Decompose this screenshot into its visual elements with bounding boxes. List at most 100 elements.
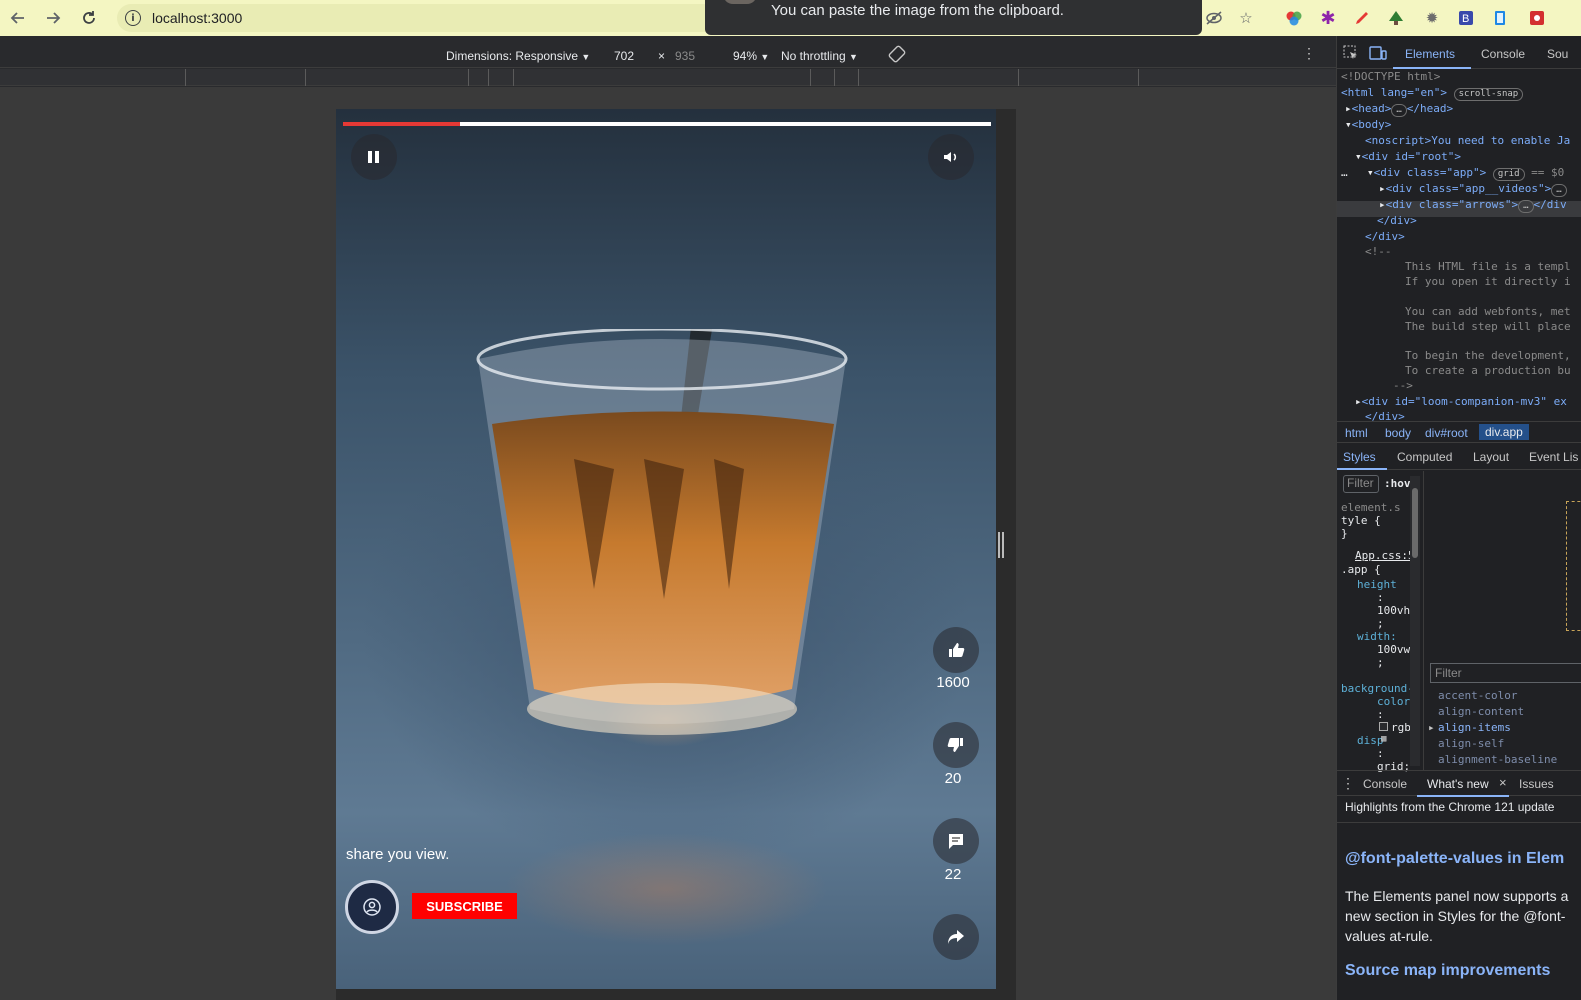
height-input[interactable]: 935 <box>675 49 695 63</box>
device-toggle-icon[interactable] <box>1369 45 1387 64</box>
back-icon[interactable] <box>6 6 30 30</box>
styles-scrollbar[interactable] <box>1410 476 1420 766</box>
css-value-height[interactable]: 100vh <box>1377 604 1410 617</box>
ellipsis-badge[interactable]: … <box>1391 104 1407 117</box>
css-property-background[interactable]: background- <box>1341 682 1414 695</box>
grid-badge[interactable]: grid <box>1492 168 1525 181</box>
css-selector: .app { <box>1341 563 1381 576</box>
drawer-menu-icon[interactable]: ⋮ <box>1341 775 1355 792</box>
zoom-dropdown[interactable]: 94% ▼ <box>733 49 769 63</box>
scroll-snap-badge[interactable]: scroll-snap <box>1453 88 1524 101</box>
comment-button[interactable] <box>933 818 979 864</box>
styles-filter-input[interactable]: Filter <box>1343 475 1379 493</box>
rotate-icon[interactable] <box>888 45 906 66</box>
dom-app-videos[interactable]: <div class="app__videos"> <box>1386 182 1552 195</box>
computed-property[interactable]: alignment-baseline <box>1438 753 1557 766</box>
tab-event-listeners[interactable]: Event Lis <box>1529 450 1578 464</box>
ellipsis-badge[interactable]: … <box>1551 184 1567 197</box>
dislike-button[interactable] <box>933 722 979 768</box>
drawer-tab-issues[interactable]: Issues <box>1519 777 1554 791</box>
document-extension-icon[interactable] <box>1490 8 1510 28</box>
tab-console[interactable]: Console <box>1481 47 1525 61</box>
css-property-height[interactable]: height <box>1357 578 1397 591</box>
pause-button[interactable] <box>351 134 397 180</box>
whats-new-heading-link[interactable]: Source map improvements <box>1345 962 1550 980</box>
b-extension-icon[interactable]: B <box>1456 8 1476 28</box>
bookmark-star-icon[interactable]: ☆ <box>1236 8 1256 28</box>
tab-styles[interactable]: Styles <box>1343 450 1376 464</box>
devtools-panel: Elements Console Sou <!DOCTYPE html> <ht… <box>1336 36 1581 1000</box>
dom-loom[interactable]: <div id="loom-companion-mv3" ex <box>1362 395 1567 408</box>
dom-comment-line: If you open it directly i <box>1405 275 1571 288</box>
dom-root[interactable]: <div id="root"> <box>1362 150 1461 163</box>
drawer-tab-whats-new[interactable]: What's new <box>1427 777 1489 791</box>
progress-fill <box>343 122 460 126</box>
expand-triangle-icon[interactable]: ▸ <box>1379 198 1386 211</box>
video-progress-bar[interactable] <box>343 122 991 126</box>
bug-extension-icon[interactable]: ✹ <box>1422 8 1442 28</box>
computed-property[interactable]: align-content <box>1438 705 1524 718</box>
close-icon[interactable]: × <box>1499 775 1507 790</box>
css-source-link[interactable]: App.css:5 <box>1355 549 1415 562</box>
tree-extension-icon[interactable] <box>1386 8 1406 28</box>
scrollbar-thumb[interactable] <box>1412 488 1418 558</box>
volume-button[interactable] <box>928 134 974 180</box>
css-value-width[interactable]: 100vw <box>1377 643 1410 656</box>
grid-editor-icon[interactable]: ▦ <box>1381 734 1386 744</box>
breadcrumb-html[interactable]: html <box>1345 426 1368 440</box>
computed-property[interactable]: accent-color <box>1438 689 1517 702</box>
collapse-triangle-icon[interactable]: ▾ <box>1345 118 1352 131</box>
row-menu-icon[interactable]: … <box>1341 166 1348 179</box>
tab-elements[interactable]: Elements <box>1405 47 1455 61</box>
tab-layout[interactable]: Layout <box>1473 450 1509 464</box>
dimensions-dropdown[interactable]: Dimensions: Responsive ▼ <box>446 49 590 63</box>
dom-head[interactable]: <head> <box>1352 102 1392 115</box>
expand-triangle-icon[interactable]: ▸ <box>1355 395 1362 408</box>
puzzle-extension-icon[interactable] <box>1527 8 1547 28</box>
site-info-icon[interactable]: i <box>125 10 141 26</box>
whats-new-heading-link[interactable]: @font-palette-values in Elem <box>1345 850 1564 868</box>
collapse-triangle-icon[interactable]: ▾ <box>1367 166 1374 179</box>
dom-app[interactable]: <div class="app"> <box>1374 166 1487 179</box>
tab-computed[interactable]: Computed <box>1397 450 1452 464</box>
more-options-icon[interactable]: ⋮ <box>1302 45 1316 62</box>
pen-extension-icon[interactable] <box>1352 8 1372 28</box>
reload-icon[interactable] <box>77 6 101 30</box>
dom-noscript[interactable]: <noscript>You need to enable Ja <box>1365 134 1570 147</box>
hover-state-toggle[interactable]: :hov <box>1384 477 1411 490</box>
breadcrumb-root[interactable]: div#root <box>1425 426 1468 440</box>
subscribe-button[interactable]: SUBSCRIBE <box>412 893 517 919</box>
channel-avatar[interactable] <box>345 880 399 934</box>
expand-triangle-icon[interactable]: ▸ <box>1379 182 1386 195</box>
computed-property[interactable]: ▸ align-items <box>1428 721 1511 734</box>
dom-html[interactable]: <html lang="en"> <box>1341 86 1447 99</box>
color-swatch[interactable] <box>1379 722 1388 731</box>
eye-off-icon[interactable] <box>1204 8 1224 28</box>
dom-body[interactable]: <body> <box>1352 118 1392 131</box>
dom-arrows[interactable]: <div class="arrows"> <box>1386 198 1518 211</box>
collapse-triangle-icon[interactable]: ▾ <box>1355 150 1362 163</box>
breadcrumb-app[interactable]: div.app <box>1479 424 1529 440</box>
tab-sources[interactable]: Sou <box>1547 47 1568 61</box>
share-button[interactable] <box>933 914 979 960</box>
width-input[interactable]: 702 <box>614 49 634 63</box>
resize-handle[interactable] <box>998 532 1004 558</box>
like-button[interactable] <box>933 627 979 673</box>
ellipsis-badge[interactable]: … <box>1518 200 1534 213</box>
asterisk-extension-icon[interactable]: ✱ <box>1318 8 1338 28</box>
throttling-dropdown[interactable]: No throttling ▼ <box>781 49 858 63</box>
expand-triangle-icon[interactable]: ▸ <box>1345 102 1352 115</box>
inspect-element-icon[interactable] <box>1343 45 1359 64</box>
color-picker-extension-icon[interactable] <box>1284 8 1304 28</box>
address-bar[interactable]: i localhost:3000 <box>117 4 717 32</box>
breadcrumb-body[interactable]: body <box>1385 426 1411 440</box>
computed-property[interactable]: align-self <box>1438 737 1504 750</box>
css-property-background[interactable]: color <box>1377 695 1410 708</box>
css-property-width[interactable]: width: <box>1357 630 1397 643</box>
drawer-tab-console[interactable]: Console <box>1363 777 1407 791</box>
url-text[interactable]: localhost:3000 <box>152 10 242 26</box>
css-property-display[interactable]: disp <box>1357 734 1384 747</box>
forward-icon[interactable] <box>41 6 65 30</box>
computed-filter-input[interactable]: Filter <box>1430 663 1581 683</box>
expand-triangle-icon[interactable]: ▸ <box>1428 721 1435 734</box>
